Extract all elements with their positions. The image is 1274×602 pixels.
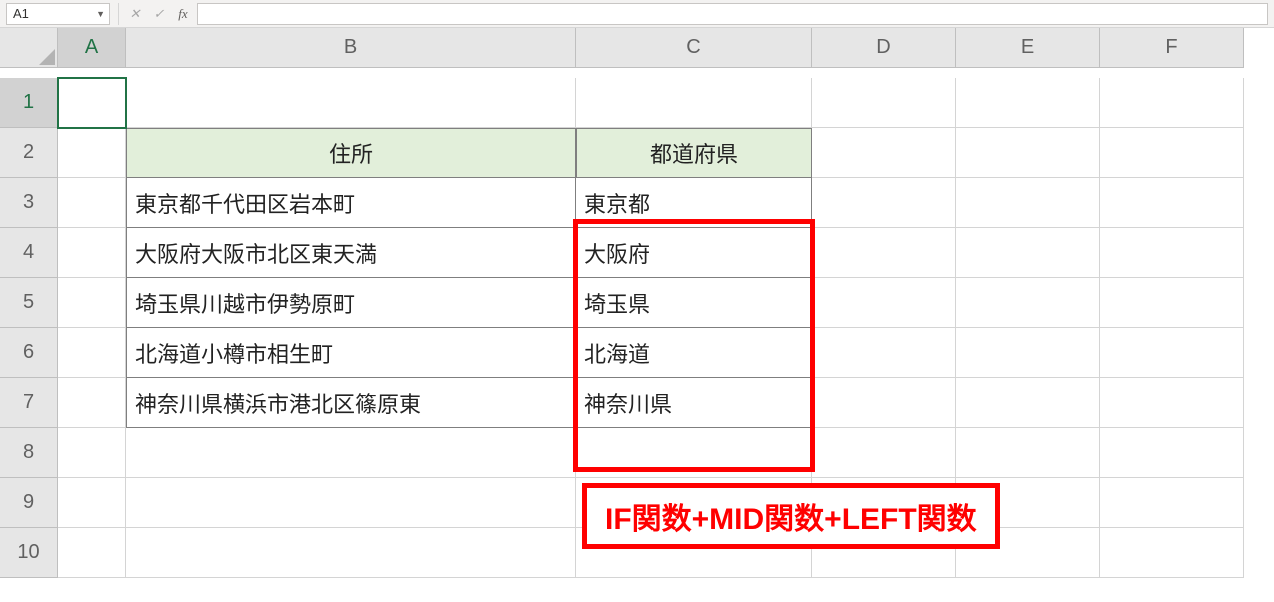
cell-A1[interactable] [58,78,126,128]
cell-F3[interactable] [1100,178,1244,228]
row-header-3[interactable]: 3 [0,178,58,228]
cell-C7[interactable]: 神奈川県 [576,378,812,428]
cell-C4[interactable]: 大阪府 [576,228,812,278]
cell-A3[interactable] [58,178,126,228]
cell-F7[interactable] [1100,378,1244,428]
annotation-text: IF関数+MID関数+LEFT関数 [605,494,977,538]
cell-E3[interactable] [956,178,1100,228]
cell-F6[interactable] [1100,328,1244,378]
cell-D3[interactable] [812,178,956,228]
cell-E5[interactable] [956,278,1100,328]
col-header-D[interactable]: D [812,28,956,68]
cell-D4[interactable] [812,228,956,278]
cell-A10[interactable] [58,528,126,578]
cell-E7[interactable] [956,378,1100,428]
cell-B1[interactable] [126,78,576,128]
cell-A7[interactable] [58,378,126,428]
row-header-2[interactable]: 2 [0,128,58,178]
cell-A6[interactable] [58,328,126,378]
cell-B3[interactable]: 東京都千代田区岩本町 [126,178,576,228]
annotation-label: IF関数+MID関数+LEFT関数 [582,483,1000,549]
cell-D2[interactable] [812,128,956,178]
cell-F8[interactable] [1100,428,1244,478]
row-header-10[interactable]: 10 [0,528,58,578]
cell-E8[interactable] [956,428,1100,478]
cell-C5[interactable]: 埼玉県 [576,278,812,328]
cell-F9[interactable] [1100,478,1244,528]
cell-B10[interactable] [126,528,576,578]
col-header-C[interactable]: C [576,28,812,68]
formula-bar: A1 ▼ ✕ ✓ fx [0,0,1274,28]
cell-D5[interactable] [812,278,956,328]
fx-button[interactable]: fx [171,3,195,25]
cell-F5[interactable] [1100,278,1244,328]
cell-E1[interactable] [956,78,1100,128]
row-header-8[interactable]: 8 [0,428,58,478]
cell-C8[interactable] [576,428,812,478]
cell-A5[interactable] [58,278,126,328]
cell-F4[interactable] [1100,228,1244,278]
cell-B6[interactable]: 北海道小樽市相生町 [126,328,576,378]
cell-D7[interactable] [812,378,956,428]
row-header-6[interactable]: 6 [0,328,58,378]
cell-C6[interactable]: 北海道 [576,328,812,378]
cell-F1[interactable] [1100,78,1244,128]
cell-E2[interactable] [956,128,1100,178]
row-header-5[interactable]: 5 [0,278,58,328]
divider [118,3,119,25]
cell-C1[interactable] [576,78,812,128]
cell-A2[interactable] [58,128,126,178]
cell-B8[interactable] [126,428,576,478]
name-box-value: A1 [13,6,29,21]
row-header-1[interactable]: 1 [0,78,58,128]
chevron-down-icon[interactable]: ▼ [96,9,105,19]
select-all-corner[interactable] [0,28,58,68]
col-header-E[interactable]: E [956,28,1100,68]
col-header-F[interactable]: F [1100,28,1244,68]
cell-B5[interactable]: 埼玉県川越市伊勢原町 [126,278,576,328]
col-header-B[interactable]: B [126,28,576,68]
cell-D1[interactable] [812,78,956,128]
cancel-button[interactable]: ✕ [123,3,147,25]
cell-F2[interactable] [1100,128,1244,178]
enter-button[interactable]: ✓ [147,3,171,25]
cell-A9[interactable] [58,478,126,528]
cell-A4[interactable] [58,228,126,278]
row-header-7[interactable]: 7 [0,378,58,428]
formula-input[interactable] [197,3,1268,25]
cell-F10[interactable] [1100,528,1244,578]
name-box[interactable]: A1 ▼ [6,3,110,25]
cell-B4[interactable]: 大阪府大阪市北区東天満 [126,228,576,278]
row-header-9[interactable]: 9 [0,478,58,528]
row-header-4[interactable]: 4 [0,228,58,278]
cell-C2[interactable]: 都道府県 [576,128,812,178]
cell-B2[interactable]: 住所 [126,128,576,178]
col-header-A[interactable]: A [58,28,126,68]
cell-B9[interactable] [126,478,576,528]
cell-E4[interactable] [956,228,1100,278]
cell-E6[interactable] [956,328,1100,378]
cell-D8[interactable] [812,428,956,478]
cell-B7[interactable]: 神奈川県横浜市港北区篠原東 [126,378,576,428]
cell-A8[interactable] [58,428,126,478]
cell-C3[interactable]: 東京都 [576,178,812,228]
cell-D6[interactable] [812,328,956,378]
